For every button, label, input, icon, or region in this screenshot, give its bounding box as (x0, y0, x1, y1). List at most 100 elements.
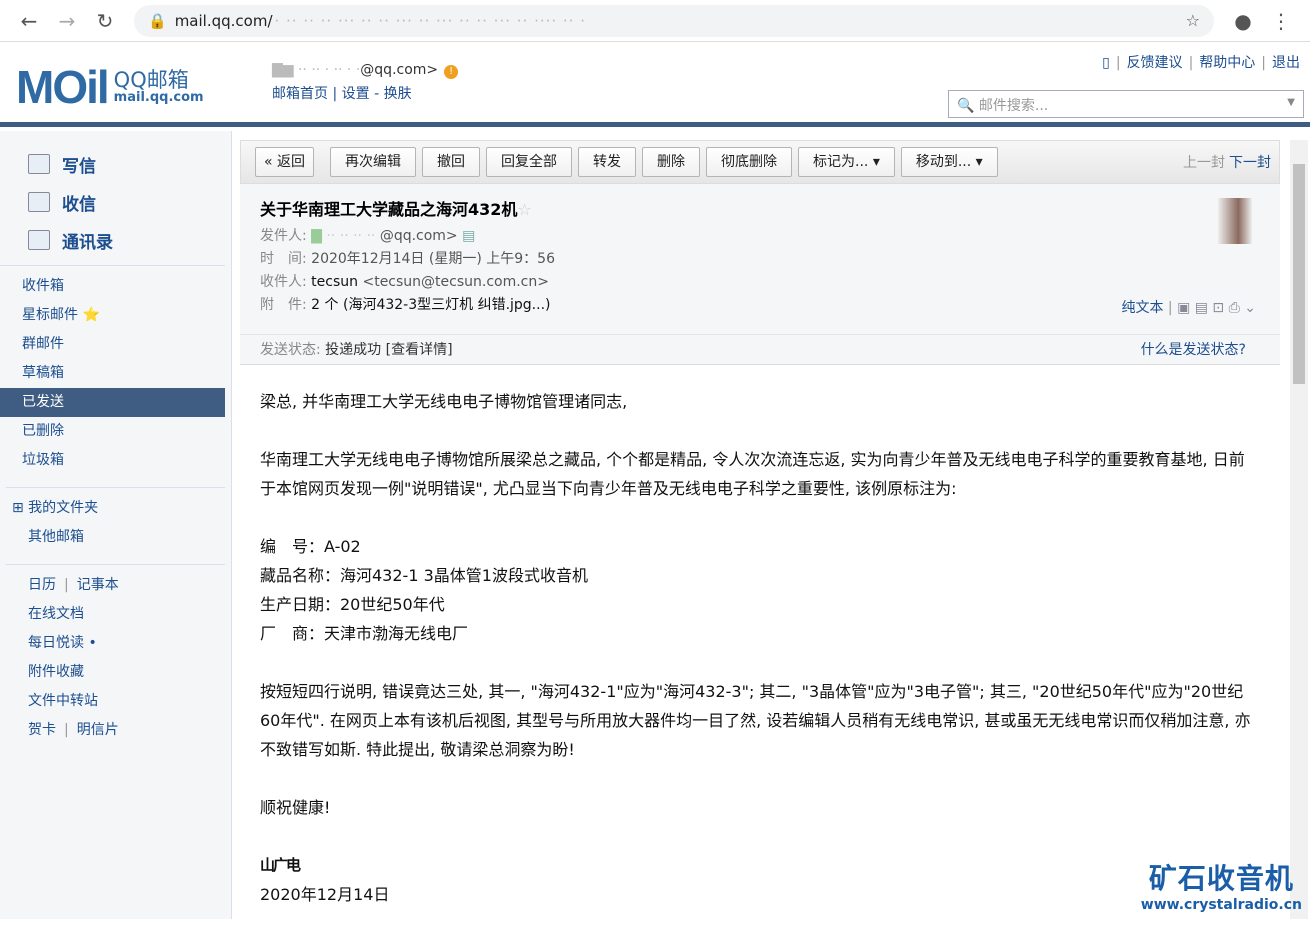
attachment-link[interactable]: 2 个 (海河432-3型三灯机 纠错.jpg...) (311, 297, 550, 313)
compose-button[interactable]: 写信 (28, 145, 231, 183)
lock-icon: 🔒 (148, 11, 167, 30)
logo-mark: MOil (16, 61, 110, 113)
my-folders[interactable]: ⊞ 我的文件夹 (6, 494, 225, 523)
item-line: 编 号：A-02 (260, 537, 361, 556)
logo-brand: QQ邮箱 (113, 68, 189, 92)
folder-sent[interactable]: 已发送 (0, 388, 225, 417)
plain-text-link[interactable]: 纯文本 (1121, 300, 1163, 316)
delete-permanently-button[interactable]: 彻底删除 (706, 147, 793, 177)
settings-link[interactable]: 设置 (342, 86, 370, 102)
sidebar: 写信 收信 通讯录 收件箱 星标邮件 ⭐ 群邮件 草稿箱 已发送 已删除 垃圾箱… (0, 131, 232, 919)
sender-email[interactable]: @qq.com> (380, 228, 458, 244)
watermark-title: 矿石收音机 (1148, 862, 1294, 895)
skin-link[interactable]: 换肤 (384, 86, 412, 102)
notes-link[interactable]: 记事本 (77, 577, 119, 593)
scrollbar-thumb[interactable] (1293, 164, 1305, 384)
address-bar[interactable]: 🔒 mail.qq.com/ · ·· ·· ·· ··· ·· ·· ··· … (134, 4, 1214, 37)
view-option-icons[interactable]: ▣ ▤ ⊡ ⎙ ⌄ (1177, 300, 1256, 316)
contacts-button[interactable]: 通讯录 (28, 221, 231, 259)
receive-label: 收信 (62, 194, 96, 215)
profile-icon[interactable]: ● (1224, 9, 1262, 33)
inbox-icon (28, 192, 50, 212)
time-label: 时 间: (260, 251, 307, 267)
contacts-icon (28, 230, 50, 250)
next-mail-link[interactable]: 下一封 (1229, 155, 1271, 171)
status-detail-link[interactable]: [查看详情] (386, 342, 453, 358)
status-value: 投递成功 (325, 342, 382, 358)
folder-drafts[interactable]: 草稿箱 (0, 359, 225, 388)
star-icon[interactable]: ☆ (517, 200, 531, 219)
other-mailbox[interactable]: 其他邮箱 (6, 523, 225, 552)
scrollbar[interactable] (1290, 140, 1308, 919)
to-label: 收件人: (260, 274, 307, 290)
sender-avatar (1218, 198, 1252, 244)
home-link[interactable]: 邮箱首页 (272, 86, 328, 102)
warning-icon[interactable]: ! (444, 65, 459, 79)
file-transfer-link[interactable]: 文件中转站 (6, 687, 225, 716)
mail-body: 梁总, 并华南理工大学无线电电子博物馆管理诸同志, 华南理工大学无线电电子博物馆… (240, 365, 1280, 931)
contact-card-icon[interactable]: ▤ (462, 228, 475, 244)
folder-deleted[interactable]: 已删除 (0, 417, 225, 446)
item-line: 厂 商：天津市渤海无线电厂 (260, 624, 469, 643)
contacts-label: 通讯录 (62, 232, 113, 253)
watermark: 矿石收音机 www.crystalradio.cn (1141, 857, 1302, 913)
mark-as-dropdown[interactable]: 标记为... ▾ (798, 147, 895, 177)
url-text: mail.qq.com/ (174, 11, 273, 30)
daily-read-link[interactable]: 每日悦读 • (6, 629, 225, 658)
greeting-card-link[interactable]: 贺卡 (28, 722, 56, 738)
menu-icon[interactable]: ⋮ (1262, 9, 1300, 33)
url-rest: · ·· ·· ·· ··· ·· ·· ··· ·· ··· ·· ·· ··… (274, 11, 586, 30)
back-icon[interactable]: ← (10, 9, 48, 33)
reload-icon[interactable]: ↻ (86, 9, 124, 33)
attachment-fav-link[interactable]: 附件收藏 (6, 658, 225, 687)
phone-icon[interactable]: ▯ (1102, 55, 1110, 71)
recipient-name[interactable]: tecsun (311, 274, 358, 290)
folder-group[interactable]: 群邮件 (0, 330, 225, 359)
qq-mail-logo[interactable]: MOil QQ邮箱 mail.qq.com (16, 60, 204, 114)
logout-link[interactable]: 退出 (1272, 55, 1300, 71)
help-link[interactable]: 帮助中心 (1199, 55, 1255, 71)
compose-label: 写信 (62, 156, 96, 177)
mail-time: 2020年12月14日 (星期一) 上午9：56 (311, 251, 555, 267)
forward-button[interactable]: 转发 (578, 147, 637, 177)
re-edit-button[interactable]: 再次编辑 (330, 147, 417, 177)
postcard-link[interactable]: 明信片 (77, 722, 119, 738)
sender-label: 发件人: (260, 228, 307, 244)
receive-button[interactable]: 收信 (28, 183, 231, 221)
attachment-label: 附 件: (260, 297, 307, 313)
account-info: ▇▆ ·· ·· · ·· · ·@qq.com>! 邮箱首页 | 设置 - 换… (272, 62, 459, 103)
signature-date: 2020年12月14日 (260, 885, 390, 904)
mail-header: MOil QQ邮箱 mail.qq.com ▇▆ ·· ·· · ·· · ·@q… (0, 42, 1310, 127)
delete-button[interactable]: 删除 (642, 147, 701, 177)
status-help-link[interactable]: 什么是发送状态? (1141, 335, 1246, 365)
forward-icon[interactable]: → (48, 9, 86, 33)
top-links: ▯ | 反馈建议 | 帮助中心 | 退出 (1102, 55, 1300, 71)
folder-spam[interactable]: 垃圾箱 (0, 446, 225, 475)
account-email: @qq.com> (360, 62, 439, 78)
logo-domain: mail.qq.com (113, 90, 204, 105)
paragraph: 华南理工大学无线电电子博物馆所展梁总之藏品, 个个都是精品, 令人次次流连忘返,… (260, 450, 1245, 498)
mail-subject: 关于华南理工大学藏品之海河432机 (260, 200, 518, 219)
folder-inbox[interactable]: 收件箱 (0, 272, 225, 301)
prev-mail-link[interactable]: 上一封 (1183, 155, 1225, 171)
star-icon[interactable]: ☆ (1186, 11, 1200, 30)
item-line: 藏品名称：海河432-1 3晶体管1波段式收音机 (260, 566, 588, 585)
move-to-dropdown[interactable]: 移动到... ▾ (900, 147, 998, 177)
back-button[interactable]: « 返回 (255, 147, 315, 177)
reply-all-button[interactable]: 回复全部 (486, 147, 573, 177)
browser-bar: ← → ↻ 🔒 mail.qq.com/ · ·· ·· ·· ··· ·· ·… (0, 0, 1310, 42)
mail-search-input[interactable]: 🔍 邮件搜索... ▼ (948, 90, 1304, 118)
mail-view: « 返回 再次编辑 撤回 回复全部 转发 删除 彻底删除 标记为... ▾ 移动… (240, 140, 1280, 931)
search-icon: 🔍 (957, 98, 975, 114)
online-docs-link[interactable]: 在线文档 (6, 600, 225, 629)
mail-toolbar: « 返回 再次编辑 撤回 回复全部 转发 删除 彻底删除 标记为... ▾ 移动… (240, 140, 1280, 184)
chevron-down-icon[interactable]: ▼ (1287, 97, 1295, 108)
recall-button[interactable]: 撤回 (422, 147, 481, 177)
folder-starred[interactable]: 星标邮件 ⭐ (0, 301, 225, 330)
recipient-email: <tecsun@tecsun.com.cn> (362, 274, 549, 290)
status-label: 发送状态: (260, 342, 321, 358)
pencil-icon (28, 154, 50, 174)
closing: 顺祝健康! (260, 798, 331, 817)
calendar-link[interactable]: 日历 (28, 577, 56, 593)
feedback-link[interactable]: 反馈建议 (1127, 55, 1183, 71)
